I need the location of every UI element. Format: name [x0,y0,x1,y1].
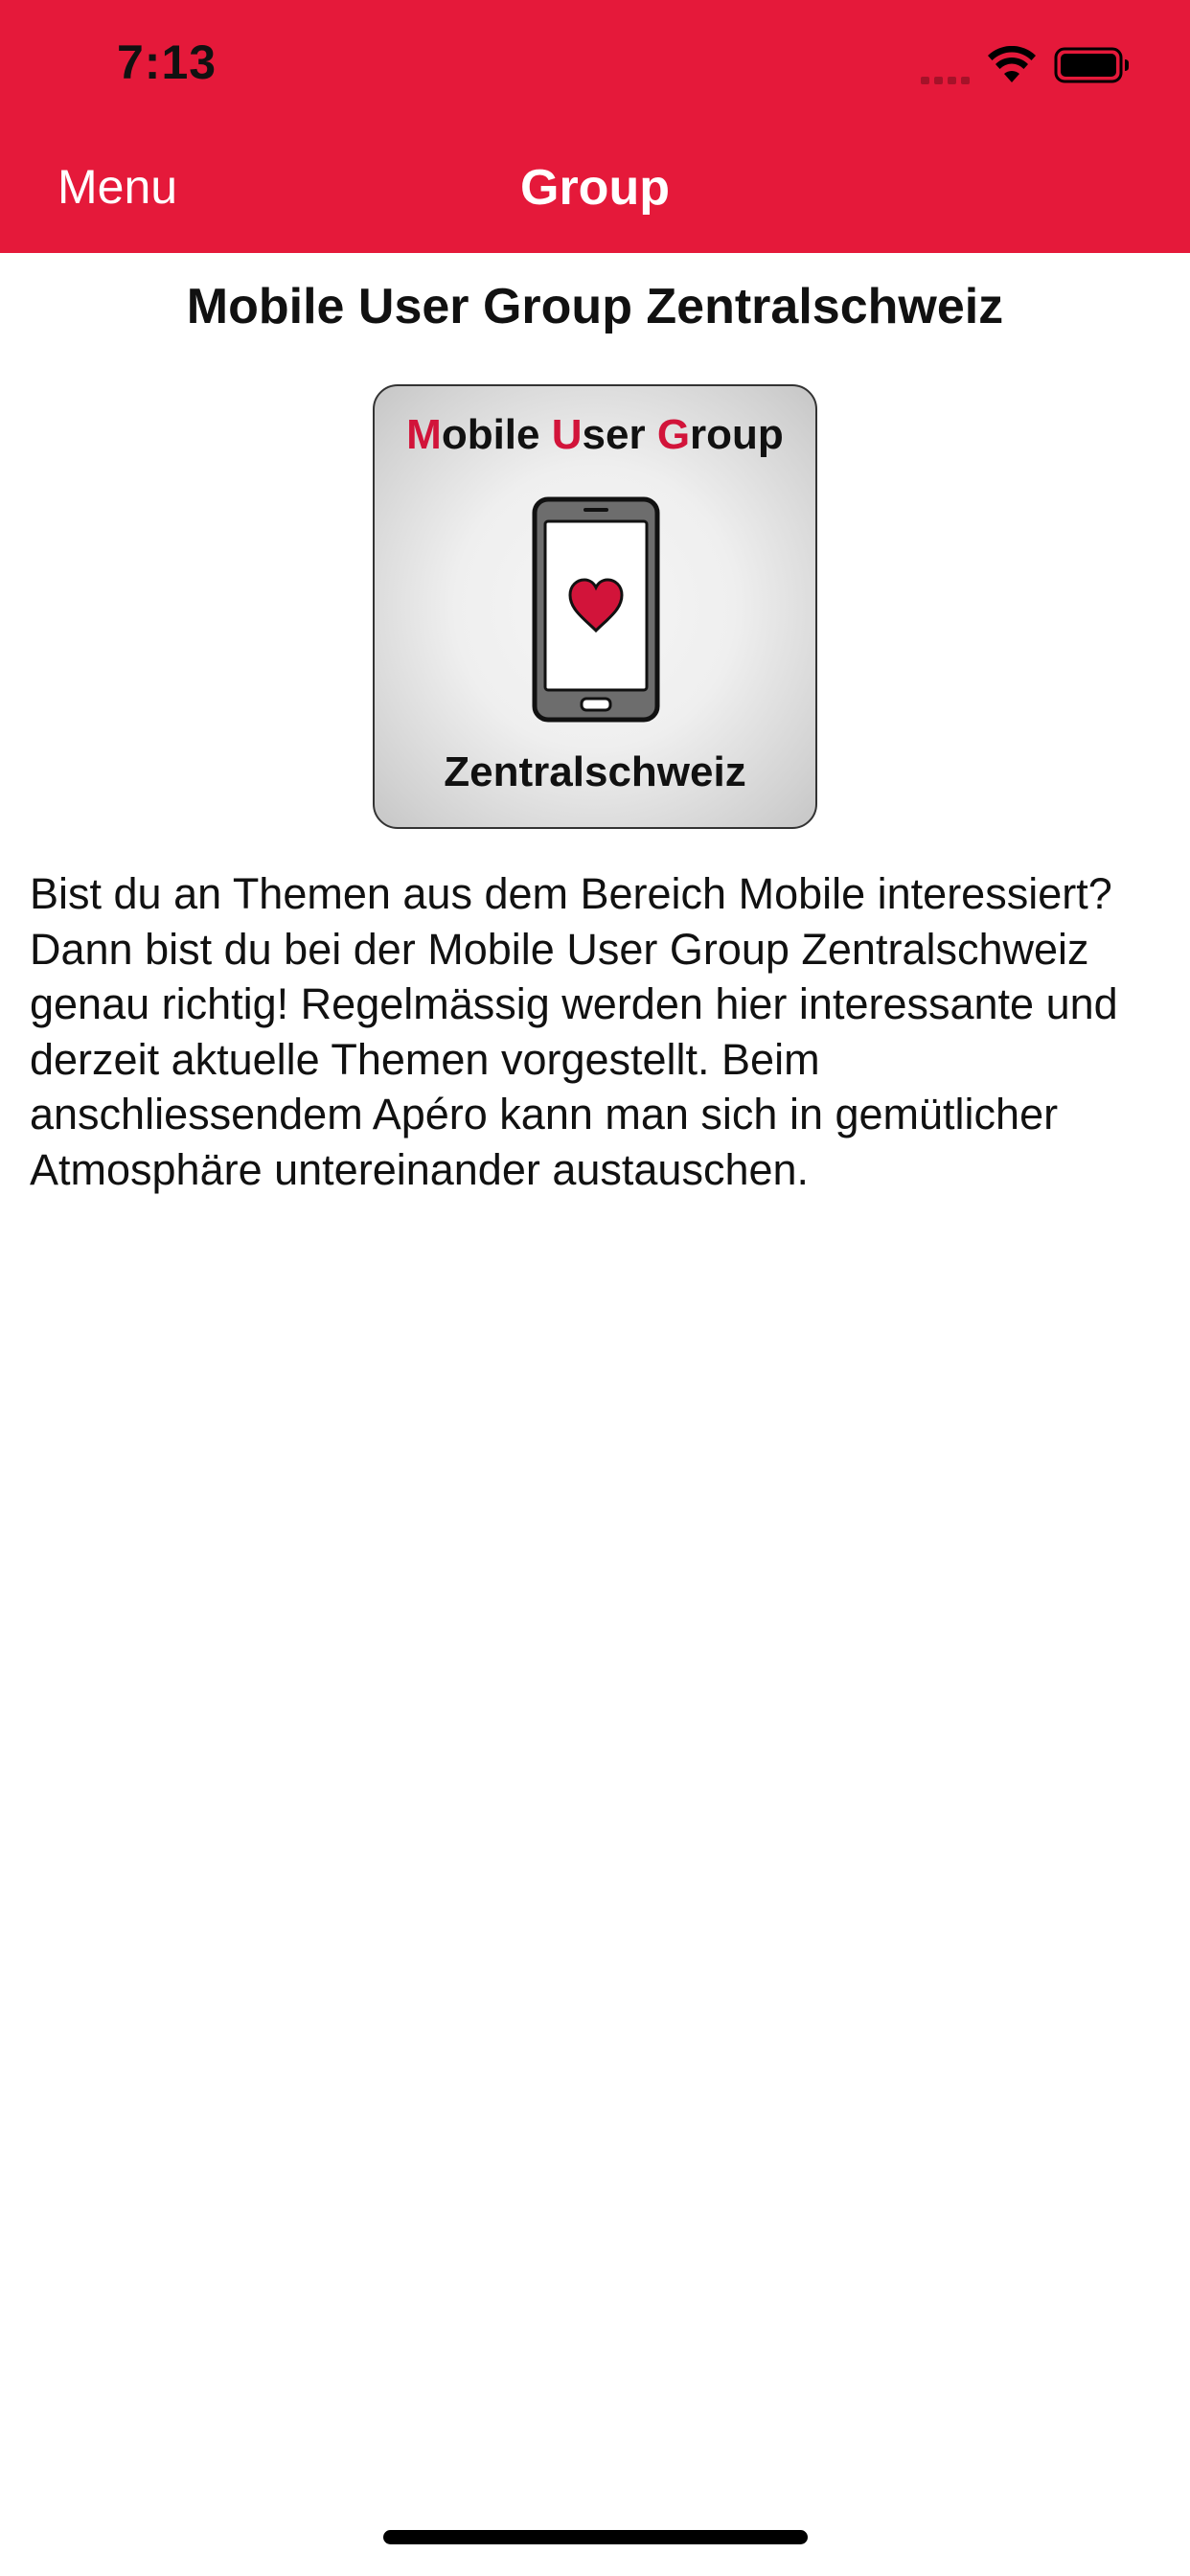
group-description: Bist du an Themen aus dem Bereich Mobile… [30,869,1118,1194]
logo-word-part: roup [690,411,784,458]
logo-letter: M [406,411,442,458]
group-logo: Mobile User Group Zentralschweiz [373,384,817,829]
logo-word-part: ser [582,411,657,458]
battery-icon [1054,47,1129,83]
logo-top-text: Mobile User Group [375,411,815,459]
wifi-icon [988,46,1036,82]
nav-title: Group [520,160,670,216]
cellular-signal-icon [921,46,970,84]
logo-bottom-text: Zentralschweiz [444,748,746,795]
page-title: Mobile User Group Zentralschweiz [186,279,1004,334]
status-icons [921,44,1131,86]
home-indicator[interactable] [383,2530,808,2544]
logo-letter: U [551,411,583,458]
logo-word-part: obile [441,411,552,458]
logo-letter: G [656,411,691,458]
screen: 7:13 Menu Group Mobile User Group Zentra… [0,0,1190,2576]
status-time: 7:13 [117,35,217,89]
header: 7:13 Menu Group [0,0,1190,253]
phone-icon [532,496,660,723]
